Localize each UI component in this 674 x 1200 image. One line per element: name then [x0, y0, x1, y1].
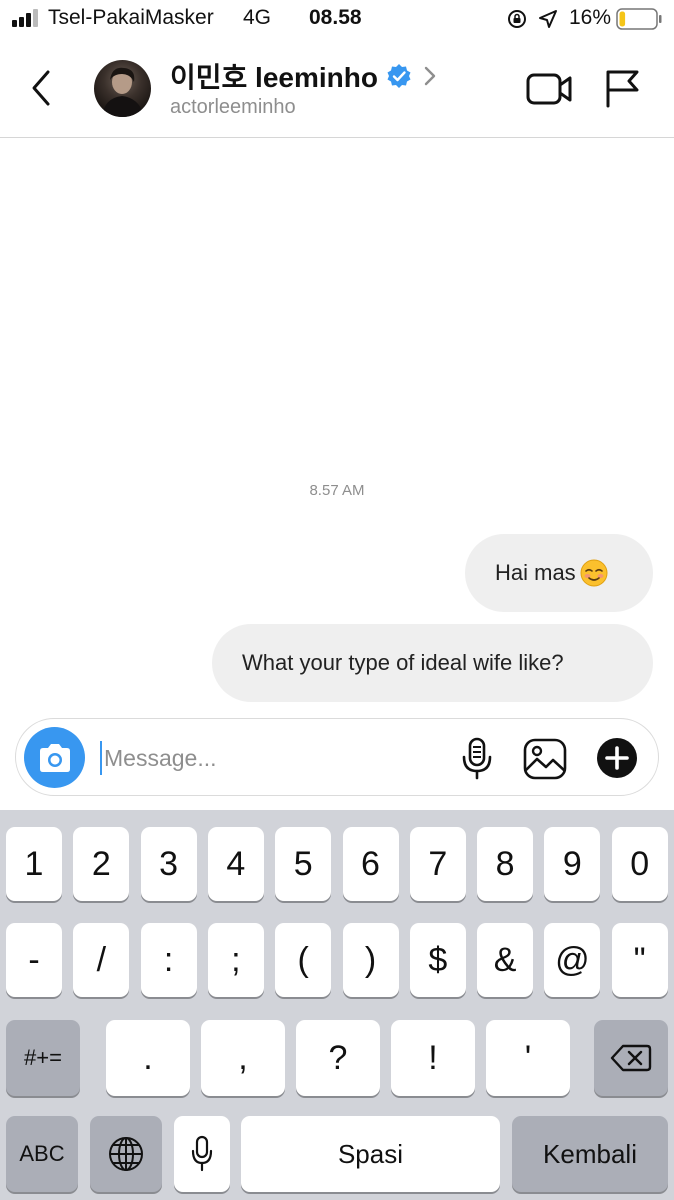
globe-icon [109, 1137, 143, 1171]
key-label: 0 [630, 844, 650, 883]
key-label: 9 [562, 844, 582, 883]
status-time: 08.58 [309, 6, 362, 29]
key-symbols[interactable]: #+= [6, 1020, 80, 1096]
message-input[interactable] [100, 741, 430, 775]
backspace-icon [610, 1044, 652, 1072]
message-timestamp: 8.57 AM [309, 482, 365, 499]
key-row1-4[interactable]: 5 [275, 827, 332, 901]
message-bubble[interactable]: What your type of ideal wife like? [212, 624, 653, 702]
chat-header: 이민호 leeminho actorleeminho [0, 38, 674, 138]
message-text: What your type of ideal wife like? [242, 650, 564, 675]
avatar[interactable] [94, 60, 151, 117]
key-dictation[interactable] [174, 1116, 230, 1192]
key-row2-6[interactable]: $ [409, 923, 466, 997]
key-label: ABC [19, 1141, 65, 1166]
microphone-icon[interactable] [460, 737, 494, 781]
key-globe[interactable] [90, 1116, 162, 1192]
key-label: 8 [495, 844, 515, 883]
message-bubble[interactable]: Hai mas [465, 534, 653, 612]
key-row2-5[interactable]: ) [342, 923, 399, 997]
key-space[interactable]: Spasi [241, 1116, 500, 1192]
key-row2-3[interactable]: ; [207, 923, 264, 997]
key-abc[interactable]: ABC [6, 1116, 78, 1192]
camera-button[interactable] [24, 727, 85, 788]
key-row3-2[interactable]: ? [296, 1020, 380, 1096]
key-row3-0[interactable]: . [106, 1020, 190, 1096]
message-composer [15, 718, 659, 796]
key-row3-4[interactable]: ' [486, 1020, 570, 1096]
key-label: ( [297, 940, 309, 979]
battery-icon [616, 8, 662, 30]
key-label: $ [428, 940, 448, 979]
key-label: #+= [24, 1045, 62, 1070]
key-row1-8[interactable]: 9 [544, 827, 601, 901]
key-row1-5[interactable]: 6 [342, 827, 399, 901]
key-row2-7[interactable]: & [477, 923, 534, 997]
key-label: " [633, 940, 646, 979]
message-text: Hai mas [495, 560, 576, 585]
location-arrow-icon [539, 10, 557, 28]
key-label: / [96, 940, 107, 979]
microphone-icon [191, 1135, 213, 1172]
key-label: 6 [361, 844, 380, 883]
key-label: , [238, 1038, 248, 1077]
key-label: & [493, 940, 517, 979]
username: actorleeminho [170, 96, 296, 118]
key-row2-2[interactable]: : [140, 923, 197, 997]
key-label: Kembali [543, 1138, 637, 1169]
key-backspace[interactable] [594, 1020, 668, 1096]
key-label: ; [231, 940, 241, 979]
key-label: ! [428, 1038, 438, 1077]
key-row1-1[interactable]: 2 [73, 827, 130, 901]
gallery-icon[interactable] [522, 737, 568, 781]
key-row2-1[interactable]: / [73, 923, 130, 997]
back-chevron-icon[interactable] [26, 68, 58, 108]
battery-percent: 16% [569, 6, 612, 29]
chevron-right-icon [424, 66, 436, 86]
key-label: 7 [428, 844, 448, 883]
key-label: ? [328, 1038, 348, 1077]
key-row2-4[interactable]: ( [275, 923, 332, 997]
key-row2-8[interactable]: @ [544, 923, 601, 997]
key-row1-3[interactable]: 4 [207, 827, 264, 901]
rotation-lock-icon [508, 10, 526, 28]
keyboard: #+= ABC Spasi Kembali 1 - 2 / 3: 4; 5 (6) 7 $8 & 9 @… [0, 810, 674, 1200]
video-call-icon[interactable] [526, 72, 572, 106]
key-label: 3 [159, 844, 179, 883]
key-label: 2 [91, 844, 111, 883]
verified-badge-icon [387, 64, 411, 88]
camera-icon [40, 744, 70, 772]
key-row1-7[interactable]: 8 [477, 827, 534, 901]
display-name: 이민호 leeminho [170, 62, 378, 93]
key-label: . [143, 1038, 153, 1077]
key-row2-9[interactable]: " [611, 923, 668, 997]
signal-icon [12, 9, 38, 27]
key-row1-6[interactable]: 7 [409, 827, 466, 901]
key-label: 4 [226, 844, 246, 883]
status-bar: Tsel-PakaiMasker 4G 08.58 16% [0, 0, 674, 38]
key-row3-3[interactable]: ! [391, 1020, 475, 1096]
carrier-name: Tsel-PakaiMasker [48, 6, 214, 29]
network-type: 4G [243, 6, 272, 29]
key-label: ' [524, 1038, 532, 1077]
key-label: - [28, 940, 40, 979]
key-label: : [163, 940, 174, 979]
key-label: @ [555, 940, 590, 979]
plus-icon[interactable] [596, 737, 638, 779]
key-label: 1 [24, 844, 44, 883]
flag-icon[interactable] [604, 68, 640, 108]
key-label: ) [364, 940, 377, 979]
key-label: 5 [293, 844, 313, 883]
key-row2-0[interactable]: - [6, 923, 62, 997]
profile-name-row[interactable]: 이민호 leeminho [170, 58, 438, 94]
key-row1-2[interactable]: 3 [140, 827, 197, 901]
key-row1-0[interactable]: 1 [6, 827, 62, 901]
key-row1-9[interactable]: 0 [611, 827, 668, 901]
key-row3-1[interactable]: , [201, 1020, 285, 1096]
smiling-face-icon [580, 559, 608, 587]
key-label: Spasi [337, 1138, 404, 1169]
key-return[interactable]: Kembali [512, 1116, 668, 1192]
